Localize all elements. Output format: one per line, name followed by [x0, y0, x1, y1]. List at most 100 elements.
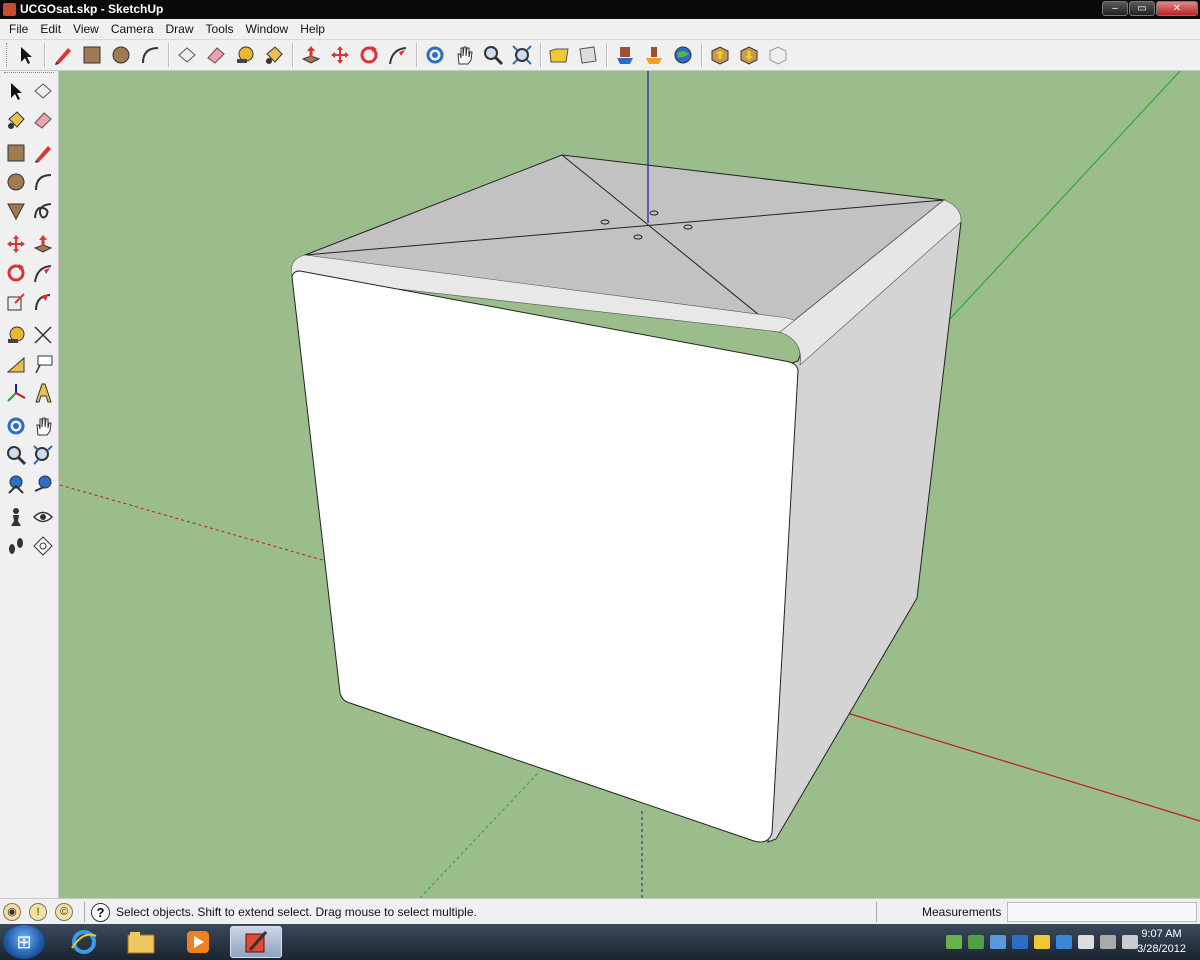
taskbar-internet-explorer[interactable] — [58, 926, 110, 958]
section-plane-side-button[interactable] — [29, 532, 56, 559]
cube-front-face[interactable] — [291, 270, 799, 843]
user-icon[interactable]: © — [55, 903, 73, 921]
tape-icon — [236, 46, 253, 63]
zoom-side-button[interactable] — [2, 441, 29, 468]
tray-icon[interactable] — [1056, 935, 1072, 949]
next-side-button[interactable] — [29, 470, 56, 497]
line-tool-button[interactable] — [49, 42, 76, 69]
pan-side-button[interactable] — [29, 412, 56, 439]
box-down-icon — [711, 46, 728, 65]
red-axis — [843, 711, 1200, 822]
3d-text-side-button[interactable] — [29, 379, 56, 406]
tray-icon[interactable] — [1034, 935, 1050, 949]
menu-help[interactable]: Help — [294, 22, 331, 36]
model-scene[interactable] — [60, 71, 1200, 898]
offset-side-button[interactable] — [29, 288, 56, 315]
google-earth-button[interactable] — [669, 42, 696, 69]
follow-me-side-button[interactable] — [29, 259, 56, 286]
orbit-side-button[interactable] — [2, 412, 29, 439]
make-component-button[interactable] — [173, 42, 200, 69]
circle-side-button[interactable] — [2, 168, 29, 195]
system-clock[interactable]: 9:07 AM 3/28/2012 — [1137, 927, 1186, 957]
text-side-button[interactable] — [29, 350, 56, 377]
start-button[interactable]: ⊞ — [3, 925, 45, 959]
tray-icon[interactable] — [990, 935, 1006, 949]
tray-icon[interactable] — [1012, 935, 1028, 949]
section-plane-icon — [32, 535, 53, 556]
paint-bucket-button[interactable] — [260, 42, 287, 69]
move-side-button[interactable] — [2, 230, 29, 257]
menu-view[interactable]: View — [67, 22, 105, 36]
axes-side-button[interactable] — [2, 379, 29, 406]
menu-tools[interactable]: Tools — [200, 22, 240, 36]
rotate-tool-button[interactable] — [355, 42, 382, 69]
rotate-side-button[interactable] — [2, 259, 29, 286]
minimize-button[interactable]: – — [1102, 1, 1128, 16]
model-viewport[interactable] — [60, 71, 1200, 898]
circle-tool-button[interactable] — [107, 42, 134, 69]
extension-button[interactable] — [764, 42, 791, 69]
previous-view-button[interactable] — [545, 42, 572, 69]
arc-tool-button[interactable] — [136, 42, 163, 69]
zoom-window-side-button[interactable] — [29, 441, 56, 468]
tape-measure-side-button[interactable] — [2, 321, 29, 348]
restore-button[interactable]: ▭ — [1129, 1, 1155, 16]
network-icon[interactable] — [1100, 935, 1116, 949]
previous-side-button[interactable] — [2, 470, 29, 497]
menu-camera[interactable]: Camera — [105, 22, 160, 36]
select-tool-side-button[interactable] — [2, 77, 29, 104]
red-axis-hidden — [60, 484, 341, 566]
help-icon[interactable]: ? — [91, 903, 110, 922]
menu-window[interactable]: Window — [240, 22, 295, 36]
get-component-button[interactable] — [706, 42, 733, 69]
close-button[interactable]: ✕ — [1156, 1, 1198, 16]
freehand-side-button[interactable] — [29, 197, 56, 224]
rectangle-side-button[interactable] — [2, 139, 29, 166]
next-view-button[interactable] — [574, 42, 601, 69]
tray-icon[interactable] — [1078, 935, 1094, 949]
rectangle-tool-button[interactable] — [78, 42, 105, 69]
protractor-side-button[interactable] — [2, 350, 29, 377]
walk-side-button[interactable] — [2, 532, 29, 559]
zoom-tool-button[interactable] — [479, 42, 506, 69]
make-component-side-button[interactable] — [29, 77, 56, 104]
share-model-button[interactable] — [640, 42, 667, 69]
move-tool-button[interactable] — [326, 42, 353, 69]
tray-icon[interactable] — [968, 935, 984, 949]
measurements-input[interactable] — [1007, 902, 1197, 922]
pan-tool-button[interactable] — [450, 42, 477, 69]
taskbar-file-explorer[interactable] — [115, 926, 167, 958]
menu-file[interactable]: File — [3, 22, 34, 36]
zoom-extents-button[interactable] — [508, 42, 535, 69]
sketchup-app-icon[interactable] — [3, 3, 16, 16]
tape-measure-button[interactable] — [231, 42, 258, 69]
eraser-tool-button[interactable] — [202, 42, 229, 69]
taskbar-sketchup[interactable] — [230, 926, 282, 958]
credits-icon[interactable]: ! — [29, 903, 47, 921]
push-pull-button[interactable] — [297, 42, 324, 69]
green-axis — [947, 71, 1181, 322]
dimension-side-button[interactable] — [29, 321, 56, 348]
scale-side-button[interactable] — [2, 288, 29, 315]
look-around-side-button[interactable] — [29, 503, 56, 530]
volume-icon[interactable] — [1122, 935, 1138, 949]
paint-bucket-side-button[interactable] — [2, 106, 29, 133]
tray-icon[interactable] — [946, 935, 962, 949]
eraser-side-button[interactable] — [29, 106, 56, 133]
polygon-side-button[interactable] — [2, 197, 29, 224]
line-side-button[interactable] — [29, 139, 56, 166]
menu-draw[interactable]: Draw — [160, 22, 200, 36]
share-component-button[interactable] — [735, 42, 762, 69]
get-models-button[interactable] — [611, 42, 638, 69]
push-pull-side-button[interactable] — [29, 230, 56, 257]
sketchup-window: UCGOsat.skp - SketchUp – ▭ ✕ File Edit V… — [0, 0, 1200, 960]
menu-edit[interactable]: Edit — [34, 22, 67, 36]
select-tool-button[interactable] — [12, 42, 39, 69]
position-camera-side-button[interactable] — [2, 503, 29, 530]
orbit-tool-button[interactable] — [421, 42, 448, 69]
arc-side-button[interactable] — [29, 168, 56, 195]
followme-icon — [388, 47, 406, 65]
follow-me-button[interactable] — [384, 42, 411, 69]
taskbar-media-player[interactable] — [172, 926, 224, 958]
geo-location-icon[interactable]: ◉ — [3, 903, 21, 921]
